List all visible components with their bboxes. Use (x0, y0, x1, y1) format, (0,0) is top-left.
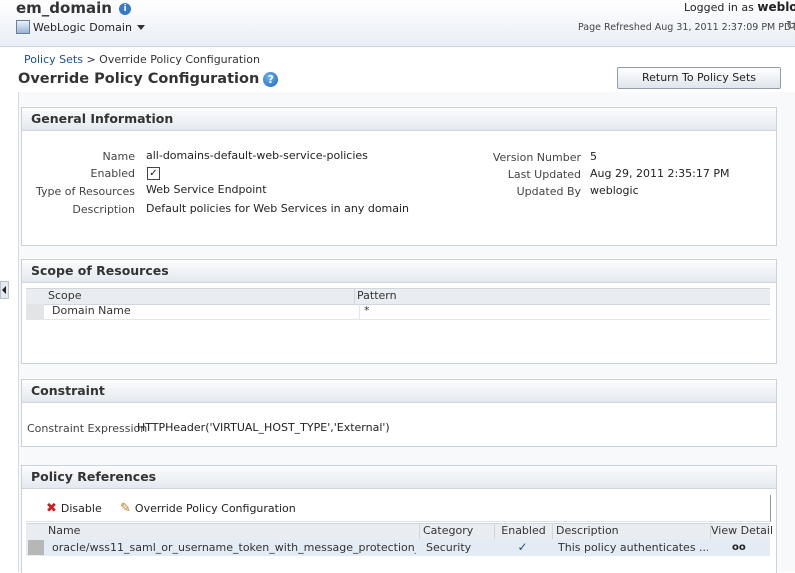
domain-title: em_domain i (16, 0, 132, 17)
scope-of-resources-panel: Scope of Resources Scope Pattern Domain … (21, 259, 777, 364)
description-value: Default policies for Web Services in any… (146, 202, 410, 215)
override-label: Override Policy Configuration (134, 502, 296, 515)
updated-by-label: Updated By (516, 185, 581, 198)
table-row[interactable]: Domain Name * (26, 304, 770, 320)
name-value: all-domains-default-web-service-policies (146, 149, 368, 162)
enabled-checkbox: ✓ (147, 167, 160, 180)
name-label: Name (102, 150, 135, 163)
constraint-expression-value: HTTPHeader('VIRTUAL_HOST_TYPE','External… (137, 421, 390, 434)
scope-table-header: Scope Pattern (26, 288, 770, 305)
logged-in-prefix: Logged in as (684, 1, 754, 14)
pattern-cell: * (359, 304, 664, 319)
column-header-enabled[interactable]: Enabled (494, 524, 552, 539)
updated-by-value: weblogic (590, 184, 639, 197)
chevron-down-icon (136, 24, 145, 30)
version-number-value: 5 (590, 150, 597, 163)
domain-name-text: em_domain (16, 0, 112, 17)
collapse-pane-handle[interactable] (0, 281, 9, 299)
constraint-expression-label: Constraint Expression (27, 422, 148, 435)
row-selector[interactable] (26, 304, 44, 319)
policy-references-panel: Policy References ✖ Disable ✎ Override P… (21, 465, 777, 573)
refresh-icon[interactable]: ↻ (786, 18, 795, 32)
pencil-icon: ✎ (120, 501, 131, 516)
override-policy-configuration-button[interactable]: ✎ Override Policy Configuration (120, 501, 296, 516)
description-label: Description (72, 203, 135, 216)
column-header-scope[interactable]: Scope (48, 289, 348, 304)
column-header-name[interactable]: Name (48, 524, 418, 539)
column-header-view-detail[interactable]: View Detail (710, 524, 773, 539)
view-detail-glasses-icon[interactable]: oo (732, 539, 752, 556)
table-row[interactable]: oracle/wss11_saml_or_username_token_with… (26, 539, 770, 556)
constraint-header[interactable]: Constraint (22, 380, 776, 403)
page-refreshed-text: Page Refreshed Aug 31, 2011 2:37:09 PM P… (578, 22, 795, 33)
last-updated-label: Last Updated (507, 168, 581, 181)
last-updated-value: Aug 29, 2011 2:35:17 PM (590, 167, 730, 180)
policy-category-cell: Security (426, 541, 472, 554)
breadcrumb-link-policy-sets[interactable]: Policy Sets (24, 53, 83, 66)
column-header-description[interactable]: Description (552, 524, 712, 539)
general-information-panel: General Information Name all-domains-def… (21, 107, 777, 246)
policy-references-header[interactable]: Policy References (22, 466, 776, 489)
weblogic-domain-menu[interactable]: WebLogic Domain (16, 20, 145, 34)
breadcrumb-separator: > (86, 53, 96, 66)
help-icon[interactable]: ? (263, 71, 279, 87)
constraint-panel: Constraint Constraint Expression HTTPHea… (21, 379, 777, 447)
page-title-text: Override Policy Configuration (18, 71, 260, 87)
disable-button[interactable]: ✖ Disable (46, 501, 102, 516)
type-of-resources-label: Type of Resources (35, 185, 135, 198)
info-icon[interactable]: i (119, 2, 132, 15)
breadcrumb: Policy Sets > Override Policy Configurat… (24, 53, 260, 66)
general-information-header[interactable]: General Information (22, 108, 776, 131)
policy-table-header: Name Category Enabled Description View D… (26, 523, 773, 540)
checkmark-icon: ✓ (517, 540, 528, 554)
domain-target-icon (16, 20, 30, 34)
return-to-policy-sets-button[interactable]: Return To Policy Sets (617, 67, 781, 89)
breadcrumb-current: Override Policy Configuration (99, 53, 260, 66)
logged-in-info: Logged in as weblogic (684, 0, 795, 14)
menu-label: WebLogic Domain (33, 20, 132, 34)
column-header-pattern[interactable]: Pattern (354, 289, 657, 304)
type-of-resources-value: Web Service Endpoint (146, 183, 267, 196)
column-header-category[interactable]: Category (419, 524, 495, 539)
disable-label: Disable (60, 502, 102, 515)
scope-cell: Domain Name (52, 304, 131, 317)
policy-toolbar: ✖ Disable ✎ Override Policy Configuratio… (26, 495, 771, 522)
logged-in-user[interactable]: weblogic (757, 0, 795, 14)
page-title: Override Policy Configuration ? (18, 71, 279, 87)
policy-name-cell[interactable]: oracle/wss11_saml_or_username_token_with… (52, 539, 416, 556)
policy-description-cell: This policy authenticates ... (558, 541, 708, 554)
delete-x-icon: ✖ (46, 501, 57, 516)
row-selector[interactable] (28, 540, 44, 555)
scope-of-resources-header[interactable]: Scope of Resources (22, 260, 776, 283)
version-number-label: Version Number (492, 151, 581, 164)
enabled-label: Enabled (90, 167, 135, 180)
